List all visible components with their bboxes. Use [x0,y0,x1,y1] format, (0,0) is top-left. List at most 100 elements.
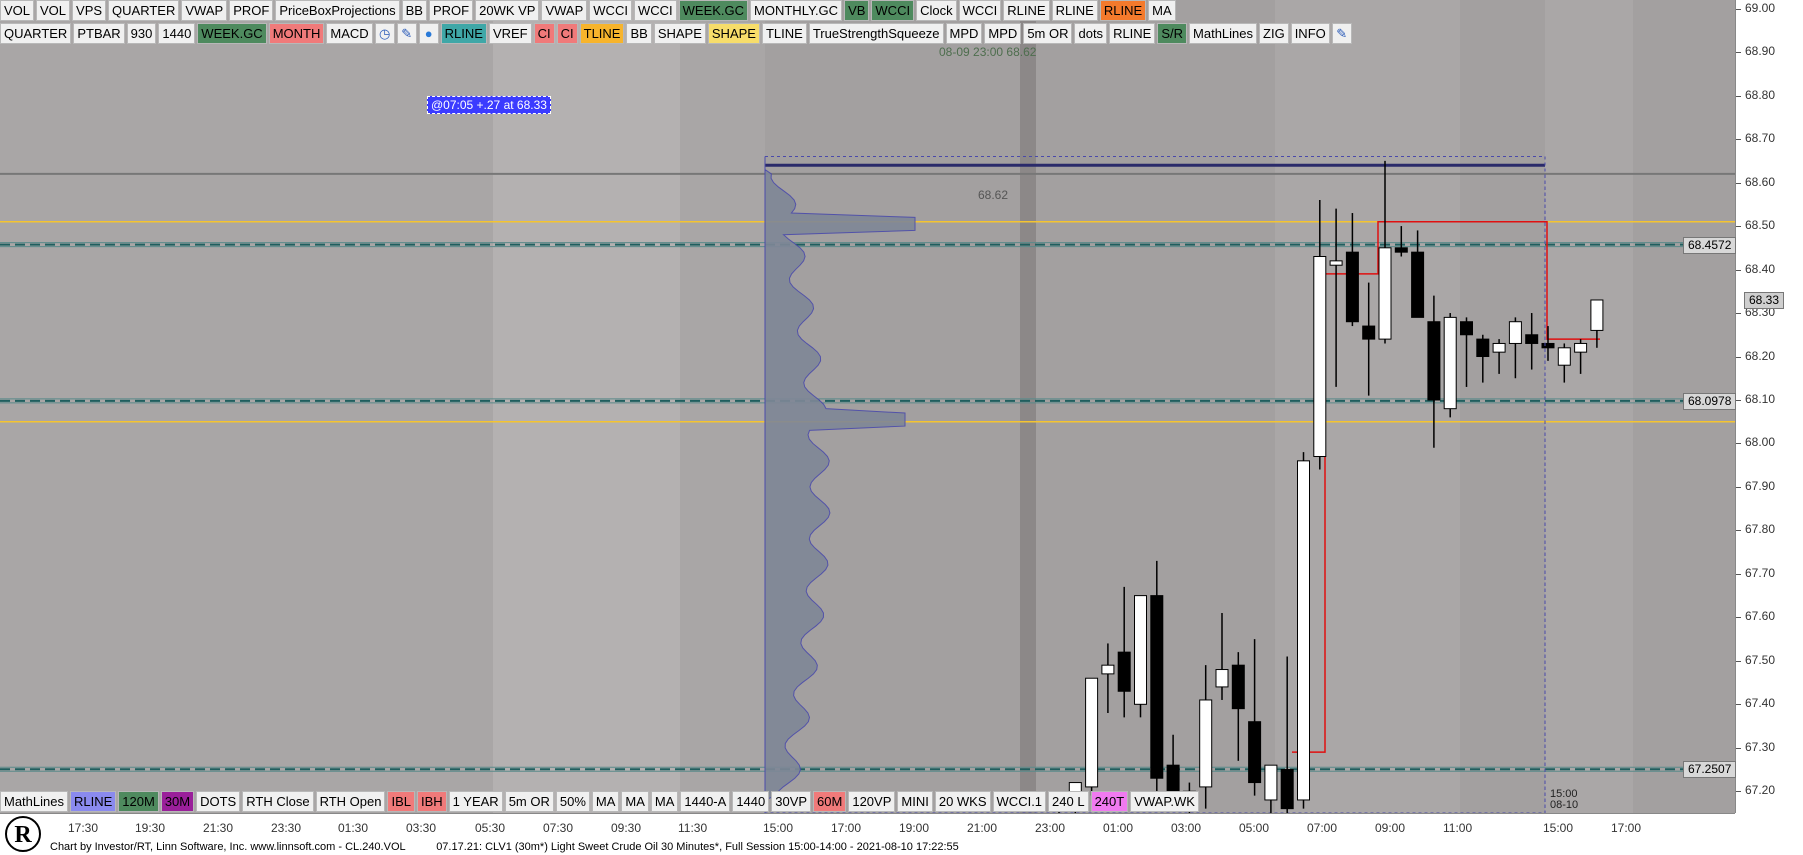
session-band [0,0,493,813]
candle-body [1460,321,1473,336]
candle-body [1443,316,1457,410]
indicator-button-quarter[interactable]: QUARTER [108,0,180,21]
indicator-button-month[interactable]: MONTH [268,23,325,44]
indicator-button-info[interactable]: INFO [1290,23,1330,44]
indicator-button-clock[interactable]: Clock [916,0,957,21]
indicator-button-ci[interactable]: CI [556,23,578,44]
indicator-button-vb[interactable]: VB [844,0,870,21]
indicator-button-30m[interactable]: 30M [160,791,195,812]
indicator-button-mpd[interactable]: MPD [984,23,1022,44]
drop-icon[interactable]: ● [418,23,439,44]
indicator-button-quarter[interactable]: QUARTER [0,23,72,44]
indicator-button-20-wks[interactable]: 20 WKS [934,791,991,812]
indicator-button-rline[interactable]: RLINE [1109,23,1156,44]
indicator-button-tline[interactable]: TLINE [761,23,807,44]
indicator-button-ma[interactable]: MA [591,791,620,812]
indicator-button-prof[interactable]: PROF [428,0,474,21]
indicator-button-vref[interactable]: VREF [488,23,532,44]
indicator-button-240-l[interactable]: 240 L [1048,791,1089,812]
indicator-button-ci[interactable]: CI [533,23,555,44]
indicator-button-truestrengthsqueeze[interactable]: TrueStrengthSqueeze [808,23,944,44]
candle-body [1150,595,1164,779]
indicator-button-120vp[interactable]: 120VP [848,791,896,812]
clock-icon[interactable]: ◷ [374,23,395,44]
edit-icon[interactable]: ✎ [1331,23,1352,44]
indicator-button-wcci[interactable]: WCCI [958,0,1002,21]
candle-body [1199,699,1213,788]
indicator-button-week-gc[interactable]: WEEK.GC [197,23,267,44]
indicator-button-vol[interactable]: VOL [36,0,71,21]
price-tick-mark [1736,356,1741,358]
indicator-button-5m-or[interactable]: 5m OR [504,791,554,812]
indicator-button-tline[interactable]: TLINE [579,23,625,44]
indicator-button-ibh[interactable]: IBH [417,791,447,812]
indicator-button-vwap[interactable]: VWAP [541,0,588,21]
indicator-button-rline[interactable]: RLINE [1051,0,1098,21]
time-tick-label: 01:00 [1103,821,1134,835]
indicator-button-rth-open[interactable]: RTH Open [315,791,386,812]
indicator-button-wcci[interactable]: WCCI [589,0,632,21]
pen-icon[interactable]: ✎ [396,23,417,44]
indicator-button-monthly-gc[interactable]: MONTHLY.GC [750,0,843,21]
indicator-button-dots[interactable]: dots [1074,23,1108,44]
indicator-button-ma[interactable]: MA [1148,0,1176,21]
indicator-button-ptbar[interactable]: PTBAR [73,23,125,44]
indicator-button-bb[interactable]: BB [401,0,427,21]
indicator-button-prof[interactable]: PROF [229,0,274,21]
price-tick-label: 67.70 [1745,565,1776,580]
indicator-button-930[interactable]: 930 [126,23,157,44]
indicator-button-50-[interactable]: 50% [555,791,590,812]
indicator-button-wcci[interactable]: WCCI [871,0,915,21]
indicator-button-rline[interactable]: RLINE [69,791,117,812]
indicator-button-shape[interactable]: SHAPE [653,23,706,44]
indicator-button-30vp[interactable]: 30VP [771,791,812,812]
indicator-button-ma[interactable]: MA [650,791,679,812]
indicator-button-mathlines[interactable]: MathLines [1189,23,1258,44]
indicator-button-week-gc[interactable]: WEEK.GC [678,0,749,21]
indicator-button-ibl[interactable]: IBL [387,791,415,812]
indicator-button-wcci[interactable]: WCCI [633,0,677,21]
candle-body [1557,347,1571,366]
price-axis[interactable]: 69.00 68.90 68.80 68.70 68.60 68.50 68.40 68.30… [1735,0,1803,813]
indicator-button-1-year[interactable]: 1 YEAR [448,791,503,812]
indicator-button-120m[interactable]: 120M [118,791,159,812]
indicator-button-rth-close[interactable]: RTH Close [242,791,314,812]
indicator-button-vwap[interactable]: VWAP [181,0,228,21]
indicator-button-s-r[interactable]: S/R [1157,23,1188,44]
time-tick-label: 15:00 [1543,821,1574,835]
indicator-button-rline[interactable]: RLINE [440,23,487,44]
indicator-button-wcci-1[interactable]: WCCI.1 [992,791,1047,812]
indicator-button-1440[interactable]: 1440 [158,23,196,44]
time-axis[interactable]: 17:30 19:30 21:30 23:30 01:30 03:30 05:30 07:30… [0,813,1735,841]
indicator-button-60m[interactable]: 60M [813,791,847,812]
indicator-button-macd[interactable]: MACD [326,23,373,44]
indicator-toolbar-second: QUARTER PTBAR 930 1440 WEEK.GC MONTH MACD ◷ ✎ ● RL… [0,23,1354,44]
indicator-button-vol[interactable]: VOL [0,0,35,21]
indicator-button-vwap-wk[interactable]: VWAP.WK [1130,791,1199,812]
candle-body [1280,769,1294,810]
indicator-button-mathlines[interactable]: MathLines [0,791,68,812]
chart-window[interactable] [0,0,1803,855]
indicator-button-5m-or[interactable]: 5m OR [1023,23,1073,44]
indicator-button-vps[interactable]: VPS [72,0,107,21]
indicator-button-zig[interactable]: ZIG [1259,23,1289,44]
status-bar: Chart by Investor/RT, Linn Software, Inc… [0,840,1803,855]
indicator-button-ma[interactable]: MA [621,791,649,812]
indicator-button-1440-a[interactable]: 1440-A [680,791,731,812]
candle-body [1085,677,1099,788]
price-chart[interactable] [0,0,1803,855]
indicator-button-priceboxprojections[interactable]: PriceBoxProjections [275,0,400,21]
indicator-button-240t[interactable]: 240T [1090,791,1129,812]
indicator-button-bb[interactable]: BB [626,23,652,44]
time-tick-label: 01:30 [338,821,369,835]
indicator-button-shape[interactable]: SHAPE [707,23,760,44]
indicator-button-mini[interactable]: MINI [897,791,933,812]
indicator-button-mpd[interactable]: MPD [945,23,983,44]
indicator-button-rline[interactable]: RLINE [1099,0,1147,21]
price-tick-label: 67.50 [1745,652,1776,667]
indicator-button-rline[interactable]: RLINE [1003,0,1050,21]
indicator-button-dots[interactable]: DOTS [196,791,241,812]
indicator-button-20wk-vp[interactable]: 20WK VP [475,0,540,21]
price-tick-mark [1736,486,1741,488]
indicator-button-1440[interactable]: 1440 [732,791,770,812]
